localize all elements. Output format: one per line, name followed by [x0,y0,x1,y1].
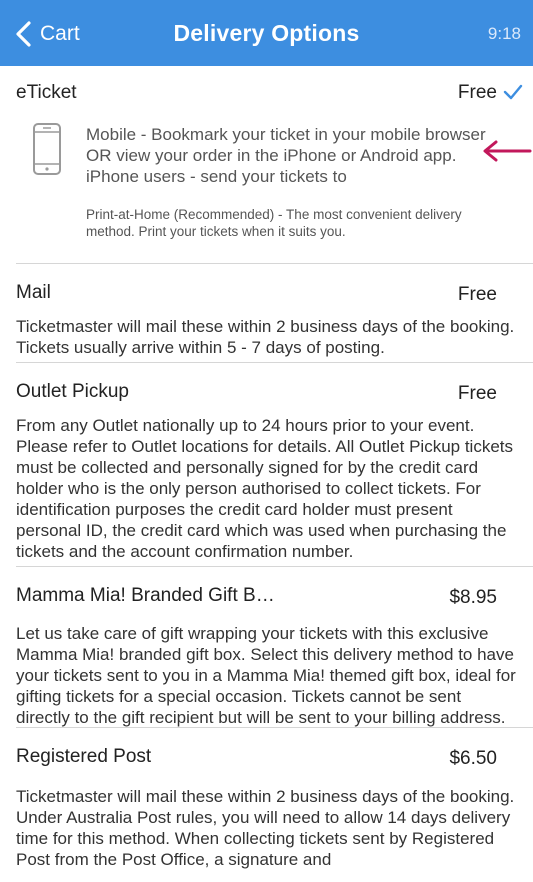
option-registered-post[interactable]: Registered Post $6.50 Ticketmaster will … [0,728,533,882]
checkmark-icon [503,84,523,100]
option-description: From any Outlet nationally up to 24 hour… [16,416,514,561]
option-gift-box[interactable]: Mamma Mia! Branded Gift B… $8.95 Let us … [0,567,533,727]
status-time: 9:18 [487,24,521,43]
option-title: eTicket [16,82,77,103]
option-title: Registered Post [16,746,152,767]
option-description: Ticketmaster will mail these within 2 bu… [16,317,515,357]
option-price: $6.50 [449,748,497,769]
navigation-bar: Cart Delivery Options 9:18 [0,0,533,66]
option-price: Free [457,82,497,103]
option-outlet-pickup[interactable]: Outlet Pickup Free From any Outlet natio… [0,363,533,566]
sub-option-mobile[interactable]: Mobile - Bookmark your ticket in your mo… [86,124,486,187]
option-price: $8.95 [449,587,497,608]
option-description: Let us take care of gift wrapping your t… [16,624,516,727]
option-title: Outlet Pickup [16,381,129,402]
option-title: Mamma Mia! Branded Gift B… [16,585,275,606]
page-title: Delivery Options [173,20,360,46]
option-price: Free [457,284,497,305]
option-price: Free [457,383,497,404]
mobile-phone-icon [33,123,61,175]
annotation-arrow-icon [483,140,532,162]
option-title: Mail [16,282,51,303]
sub-option-print-at-home[interactable]: Print-at-Home (Recommended) - The most c… [86,206,486,240]
option-description: Ticketmaster will mail these within 2 bu… [16,787,515,869]
option-mail[interactable]: Mail Free Ticketmaster will mail these w… [0,264,533,362]
